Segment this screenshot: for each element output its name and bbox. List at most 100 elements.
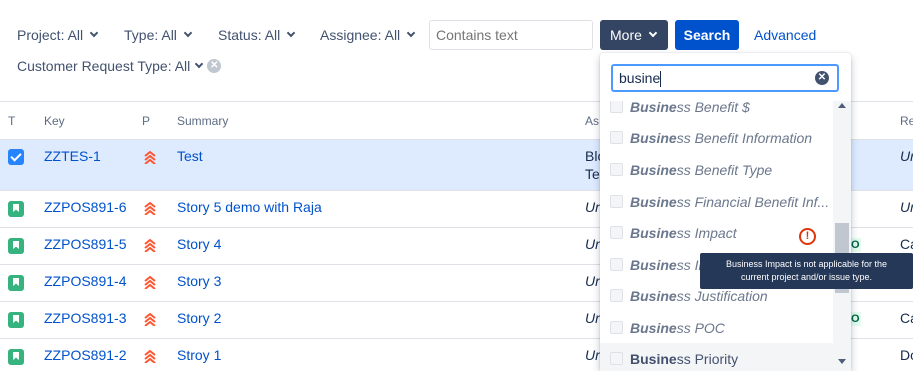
field-option-rest: ss Justification [676, 287, 768, 304]
chevron-down-icon [287, 28, 296, 38]
chevron-down-icon [183, 28, 193, 38]
contains-text-input[interactable] [429, 20, 593, 50]
assignee-cell: Ur [585, 273, 600, 289]
field-option[interactable]: Busine ss Financial Benefit Inf... [600, 186, 833, 217]
issue-key-link[interactable]: ZZPOS891-3 [44, 310, 126, 326]
checkbox-icon[interactable] [610, 352, 623, 365]
highest-priority-icon [143, 201, 157, 215]
customer-request-type-label: Customer Request Type: All [17, 58, 191, 74]
checkbox-icon[interactable] [610, 195, 623, 208]
extra-cell: Ur [900, 199, 913, 215]
assignee-cell: Ur [585, 236, 600, 252]
type-filter[interactable]: Type: All [124, 27, 193, 43]
field-option[interactable]: Busine ss Benefit Information [600, 122, 833, 153]
field-option[interactable]: Busine ss Benefit Type [600, 154, 833, 185]
tooltip-line-1: Business Impact is not applicable for th… [725, 259, 888, 269]
highest-priority-icon [143, 275, 157, 289]
extra-cell: Ur [900, 148, 913, 164]
column-header-type[interactable]: T [8, 114, 15, 128]
field-option-match: Busine [630, 256, 677, 273]
clear-x-icon[interactable]: ✕ [815, 71, 829, 85]
warning-tooltip: Business Impact is not applicable for th… [700, 253, 913, 289]
field-option-rest: ss POC [676, 319, 725, 336]
column-header-key[interactable]: Key [44, 114, 65, 128]
issue-summary-link[interactable]: Story 5 demo with Raja [177, 199, 322, 215]
checkbox-icon[interactable] [610, 289, 623, 302]
column-header-assignee[interactable]: As [585, 114, 599, 128]
text-caret [660, 71, 662, 88]
checkbox-icon[interactable] [610, 101, 623, 113]
search-button[interactable]: Search [675, 20, 739, 50]
story-icon [8, 349, 24, 365]
project-filter[interactable]: Project: All [17, 27, 99, 43]
project-filter-label: Project: All [17, 27, 84, 43]
field-option-match: Busine [630, 287, 677, 304]
checkbox-icon[interactable] [610, 258, 623, 271]
column-header-summary[interactable]: Summary [177, 114, 228, 128]
clear-x-icon[interactable]: ✕ [207, 59, 222, 73]
field-option[interactable]: Busine ss Impact [600, 217, 833, 248]
more-fields-dropdown: busine ✕ Busine ss Benefit $ Busine ss Ben… [600, 53, 851, 371]
issue-key-link[interactable]: ZZPOS891-4 [44, 273, 126, 289]
issue-summary-link[interactable]: Stroy 1 [177, 347, 221, 363]
story-icon [8, 238, 24, 254]
story-icon [8, 275, 24, 291]
field-option-rest: ss Benefit Type [676, 161, 773, 178]
issue-summary-link[interactable]: Story 2 [177, 310, 221, 326]
issue-key-link[interactable]: ZZPOS891-6 [44, 199, 126, 215]
chevron-down-icon [195, 59, 204, 69]
field-option[interactable]: Busine ss Priority [600, 343, 833, 371]
assignee-cell: Ur [585, 347, 600, 363]
highest-priority-icon [143, 238, 157, 252]
assignee-filter[interactable]: Assignee: All [320, 27, 416, 43]
status-filter[interactable]: Status: All [218, 27, 296, 43]
issue-key-link[interactable]: ZZTES-1 [44, 148, 101, 164]
issue-key-link[interactable]: ZZPOS891-2 [44, 347, 126, 363]
status-filter-label: Status: All [218, 27, 281, 43]
field-option-rest: ss Benefit $ [676, 101, 750, 115]
column-header-priority[interactable]: P [142, 114, 150, 128]
type-filter-label: Type: All [124, 27, 177, 43]
field-option[interactable]: Busine ss Benefit $ [600, 101, 833, 122]
highest-priority-icon [143, 312, 157, 326]
checkbox-checked-icon[interactable] [8, 149, 24, 165]
issue-key-link[interactable]: ZZPOS891-5 [44, 236, 126, 252]
field-option-rest: ss Benefit Information [676, 129, 813, 146]
issue-summary-link[interactable]: Story 3 [177, 273, 221, 289]
assignee-cell-line2: Te [585, 166, 600, 182]
field-search-input[interactable]: busine ✕ [611, 64, 839, 92]
checkbox-icon[interactable] [610, 321, 623, 334]
field-option-match: Busine [630, 161, 677, 178]
checkbox-icon[interactable] [610, 163, 623, 176]
checkbox-icon[interactable] [610, 131, 623, 144]
more-button-label: More [610, 27, 642, 43]
column-header-extra[interactable]: Re [900, 114, 913, 128]
field-option-match: Busine [630, 193, 677, 210]
field-option-match: Busine [630, 350, 677, 367]
chevron-down-icon [89, 28, 99, 38]
field-option-rest: ss Financial Benefit Inf... [676, 193, 830, 210]
issue-summary-link[interactable]: Test [177, 148, 203, 164]
more-button[interactable]: More [600, 20, 668, 50]
extra-cell: Ca [900, 236, 913, 252]
scroll-up-arrow-icon[interactable] [838, 103, 846, 108]
story-icon [8, 201, 24, 217]
story-icon [8, 312, 24, 328]
checkbox-icon[interactable] [610, 226, 623, 239]
extra-cell: Ca [900, 310, 913, 326]
field-option-rest: ss Impact [676, 224, 737, 241]
field-option-rest: ss Priority [676, 350, 739, 367]
issue-summary-link[interactable]: Story 4 [177, 236, 221, 252]
advanced-link[interactable]: Advanced [754, 27, 816, 43]
customer-request-type-filter[interactable]: Customer Request Type: All ✕ [17, 58, 222, 74]
field-option[interactable]: Busine ss POC [600, 312, 833, 343]
extra-cell: Do [900, 347, 913, 363]
scroll-down-arrow-icon[interactable] [838, 359, 846, 364]
field-search-value: busine [619, 70, 661, 86]
warning-icon[interactable]: ! [799, 228, 816, 245]
field-option-match: Busine [630, 319, 677, 336]
status-lozenge: O [851, 238, 861, 252]
status-lozenge: O [851, 312, 861, 326]
highest-priority-icon [143, 349, 157, 363]
chevron-down-icon [406, 28, 416, 38]
